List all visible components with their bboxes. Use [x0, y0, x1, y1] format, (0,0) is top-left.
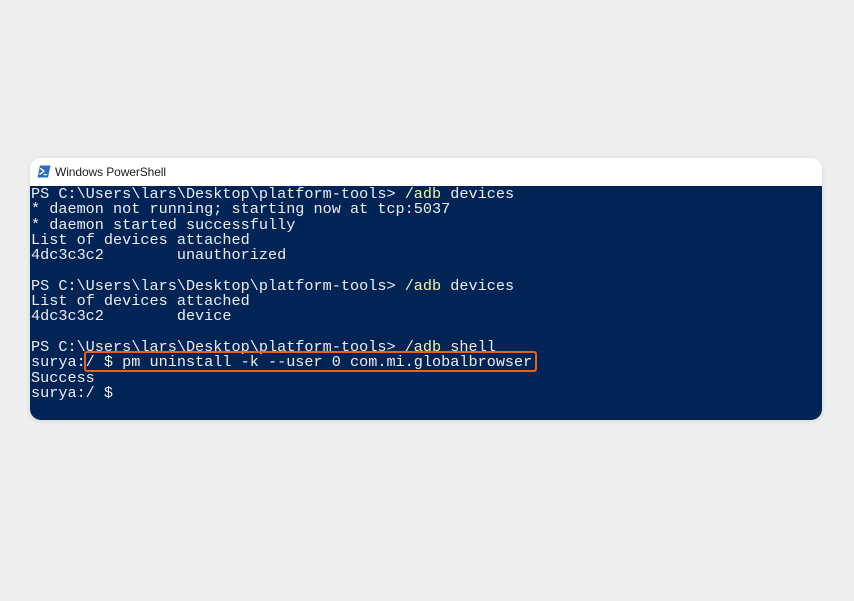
console-line: 4dc3c3c2 unauthorized: [31, 246, 287, 265]
powershell-icon: [37, 165, 51, 178]
console-output[interactable]: PS C:\Users\lars\Desktop\platform-tools>…: [30, 186, 822, 420]
console-line: 4dc3c3c2 device: [31, 307, 232, 326]
console-line: * daemon not running; starting now at tc…: [31, 200, 451, 219]
window-title: Windows PowerShell: [55, 165, 166, 179]
title-bar[interactable]: Windows PowerShell: [30, 158, 822, 186]
console-line: surya:/ $: [31, 383, 123, 402]
console-line: surya:/ $ pm uninstall -k --user 0 com.m…: [31, 353, 533, 372]
powershell-window: Windows PowerShell PS C:\Users\lars\Desk…: [30, 158, 822, 420]
